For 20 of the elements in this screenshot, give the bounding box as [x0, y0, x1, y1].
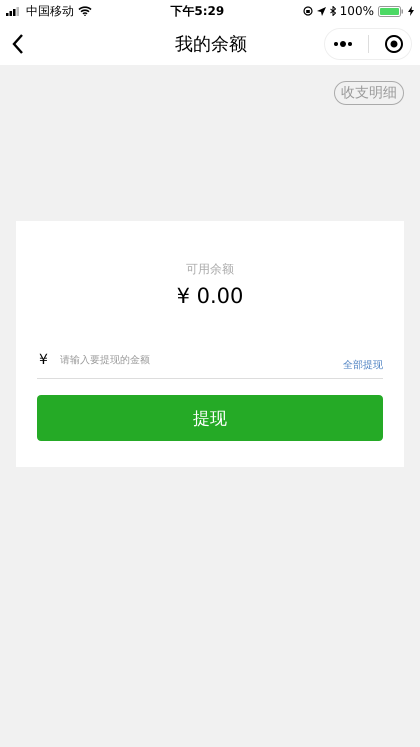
- signal-icon: [6, 6, 22, 16]
- back-button[interactable]: [10, 32, 26, 56]
- withdraw-button[interactable]: 提现: [37, 395, 383, 441]
- charging-icon: [408, 6, 414, 16]
- more-button[interactable]: [332, 40, 352, 46]
- lock-rotation-icon: [302, 6, 313, 16]
- location-icon: [316, 6, 326, 16]
- battery-icon: [378, 6, 404, 16]
- status-time: 下午5:29: [170, 2, 224, 20]
- balance-amount: ¥ 0.00: [176, 284, 244, 308]
- battery-percent: 100%: [340, 4, 374, 18]
- currency-symbol: ¥: [38, 352, 49, 368]
- close-button[interactable]: [384, 34, 404, 54]
- bluetooth-icon: [330, 6, 336, 16]
- details-button[interactable]: 收支明细: [334, 81, 404, 105]
- withdraw-all-link[interactable]: 全部提现: [343, 358, 383, 372]
- page-title: 我的余额: [175, 32, 247, 56]
- carrier-name: 中国移动: [26, 2, 74, 20]
- wifi-icon: [78, 6, 92, 16]
- balance-label: 可用余额: [186, 261, 234, 278]
